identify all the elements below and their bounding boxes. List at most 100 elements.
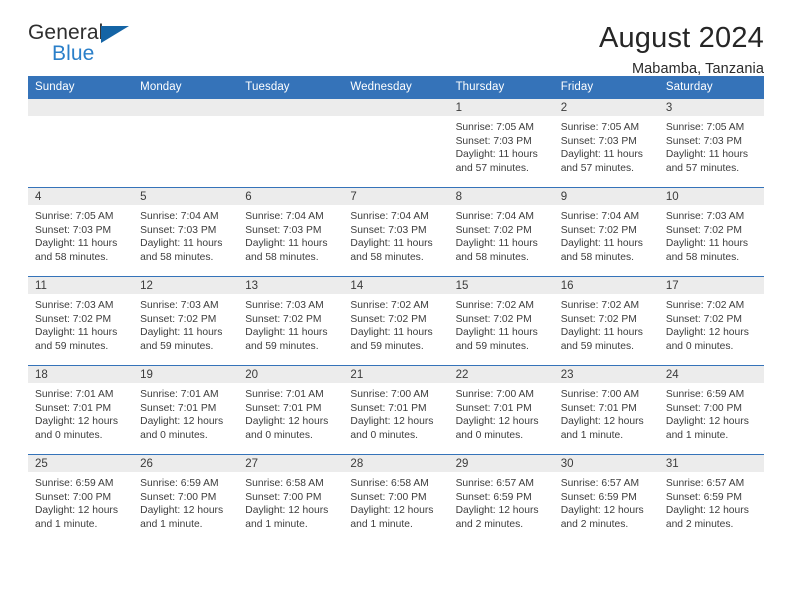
calendar-day-cell[interactable]: 14 Sunrise: 7:02 AM Sunset: 7:02 PM Dayligh…: [343, 276, 449, 366]
sunset-text: Sunset: 7:00 PM: [350, 491, 427, 503]
calendar-day-cell[interactable]: 29 Sunrise: 6:57 AM Sunset: 6:59 PM Dayligh…: [448, 454, 554, 543]
calendar-day-cell[interactable]: 18 Sunrise: 7:01 AM Sunset: 7:01 PM Dayligh…: [28, 365, 134, 455]
sunrise-text: Sunrise: 7:03 AM: [665, 211, 745, 222]
calendar-day-cell[interactable]: 5 Sunrise: 7:04 AM Sunset: 7:03 PM Daylight…: [133, 187, 239, 277]
daylight-text-line2: and 59 minutes.: [245, 340, 319, 352]
sunrise-text: Sunrise: 7:05 AM: [35, 211, 114, 222]
sunrise-text: Sunrise: 6:59 AM: [140, 478, 219, 489]
day-sun-info: Sunrise: 7:01 AM Sunset: 7:01 PM Daylight:…: [28, 383, 133, 442]
weekday-header-monday: Monday: [133, 76, 239, 99]
calendar-day-cell[interactable]: 25 Sunrise: 6:59 AM Sunset: 7:00 PM Dayligh…: [28, 454, 134, 543]
daylight-text-line1: Daylight: 12 hours: [140, 505, 224, 517]
calendar-day-cell[interactable]: 9 Sunrise: 7:04 AM Sunset: 7:02 PM Daylight…: [553, 187, 659, 277]
calendar-week-row: 4 Sunrise: 7:05 AM Sunset: 7:03 PM Daylight…: [28, 187, 764, 277]
daylight-text-line1: Daylight: 12 hours: [35, 416, 118, 428]
calendar-day-cell[interactable]: 30 Sunrise: 6:57 AM Sunset: 6:59 PM Dayligh…: [553, 454, 659, 543]
daylight-text-line1: Daylight: 11 hours: [245, 238, 328, 250]
day-sun-info: Sunrise: 7:02 AM Sunset: 7:02 PM Daylight:…: [343, 294, 448, 353]
day-number: 6: [238, 188, 344, 205]
day-number: 28: [343, 455, 449, 472]
daylight-text-line1: Daylight: 12 hours: [560, 416, 644, 428]
sunset-text: Sunset: 7:02 PM: [665, 313, 742, 325]
calendar-day-cell[interactable]: 16 Sunrise: 7:02 AM Sunset: 7:02 PM Dayligh…: [553, 276, 659, 366]
calendar-day-cell[interactable]: 22 Sunrise: 7:00 AM Sunset: 7:01 PM Dayligh…: [448, 365, 554, 455]
calendar-day-cell[interactable]: 21 Sunrise: 7:00 AM Sunset: 7:01 PM Dayligh…: [343, 365, 449, 455]
calendar-day-cell[interactable]: 28 Sunrise: 6:58 AM Sunset: 7:00 PM Dayligh…: [343, 454, 449, 543]
sunrise-text: Sunrise: 6:57 AM: [560, 478, 640, 489]
calendar-day-cell[interactable]: 2 Sunrise: 7:05 AM Sunset: 7:03 PM Daylight…: [553, 99, 659, 188]
page-header: General Blue August 2024 Mabamba, Tanzan…: [28, 0, 764, 77]
daylight-text-line1: Daylight: 12 hours: [665, 505, 749, 517]
calendar-day-cell[interactable]: 4 Sunrise: 7:05 AM Sunset: 7:03 PM Daylight…: [28, 187, 134, 277]
daylight-text-line2: and 59 minutes.: [350, 340, 424, 352]
calendar-day-cell[interactable]: 11 Sunrise: 7:03 AM Sunset: 7:02 PM Dayligh…: [28, 276, 134, 366]
daylight-text-line1: Daylight: 11 hours: [665, 238, 749, 250]
sunset-text: Sunset: 7:01 PM: [560, 402, 637, 414]
calendar-day-cell[interactable]: 26 Sunrise: 6:59 AM Sunset: 7:00 PM Dayligh…: [133, 454, 239, 543]
calendar-day-cell[interactable]: 27 Sunrise: 6:58 AM Sunset: 7:00 PM Dayligh…: [238, 454, 344, 543]
calendar-day-cell[interactable]: 8 Sunrise: 7:04 AM Sunset: 7:02 PM Daylight…: [448, 187, 554, 277]
sunrise-text: Sunrise: 7:03 AM: [140, 300, 219, 311]
calendar-day-cell[interactable]: 13 Sunrise: 7:03 AM Sunset: 7:02 PM Dayligh…: [238, 276, 344, 366]
calendar-week-row: 18 Sunrise: 7:01 AM Sunset: 7:01 PM Dayligh…: [28, 365, 764, 455]
day-number: 7: [343, 188, 449, 205]
logo-triangle-icon: [101, 26, 129, 43]
daylight-text-line1: Daylight: 11 hours: [35, 327, 118, 339]
calendar-day-cell[interactable]: 10 Sunrise: 7:03 AM Sunset: 7:02 PM Dayligh…: [658, 187, 764, 277]
calendar-day-cell[interactable]: 23 Sunrise: 7:00 AM Sunset: 7:01 PM Dayligh…: [553, 365, 659, 455]
day-sun-info: Sunrise: 7:01 AM Sunset: 7:01 PM Daylight:…: [133, 383, 238, 442]
logo-text-general: General: [28, 21, 104, 44]
daylight-text-line1: Daylight: 12 hours: [35, 505, 118, 517]
general-blue-logo[interactable]: General Blue: [28, 22, 148, 70]
calendar-day-cell[interactable]: 17 Sunrise: 7:02 AM Sunset: 7:02 PM Dayligh…: [658, 276, 764, 366]
calendar-day-cell[interactable]: 12 Sunrise: 7:03 AM Sunset: 7:02 PM Dayligh…: [133, 276, 239, 366]
daylight-text-line1: Daylight: 12 hours: [455, 416, 539, 428]
calendar-day-cell[interactable]: 24 Sunrise: 6:59 AM Sunset: 7:00 PM Dayligh…: [658, 365, 764, 455]
day-number: 9: [553, 188, 659, 205]
sunset-text: Sunset: 7:02 PM: [560, 313, 637, 325]
day-cell-content: [133, 99, 239, 187]
day-cell-content: 20 Sunrise: 7:01 AM Sunset: 7:01 PM Dayligh…: [238, 366, 344, 454]
day-cell-content: 19 Sunrise: 7:01 AM Sunset: 7:01 PM Dayligh…: [133, 366, 239, 454]
calendar-day-cell[interactable]: 15 Sunrise: 7:02 AM Sunset: 7:02 PM Dayligh…: [448, 276, 554, 366]
day-sun-info: Sunrise: 7:03 AM Sunset: 7:02 PM Daylight:…: [659, 205, 764, 264]
day-cell-content: 13 Sunrise: 7:03 AM Sunset: 7:02 PM Dayligh…: [238, 277, 344, 365]
day-cell-content: 16 Sunrise: 7:02 AM Sunset: 7:02 PM Dayligh…: [553, 277, 659, 365]
sunset-text: Sunset: 7:03 PM: [140, 224, 217, 236]
day-number: 17: [658, 277, 764, 294]
day-number: 5: [133, 188, 239, 205]
day-cell-content: 27 Sunrise: 6:58 AM Sunset: 7:00 PM Dayligh…: [238, 455, 344, 543]
day-number: 3: [658, 99, 764, 116]
sunrise-text: Sunrise: 7:04 AM: [350, 211, 429, 222]
calendar-day-cell[interactable]: 6 Sunrise: 7:04 AM Sunset: 7:03 PM Daylight…: [238, 187, 344, 277]
daylight-text-line2: and 59 minutes.: [35, 340, 109, 352]
calendar-day-cell[interactable]: 20 Sunrise: 7:01 AM Sunset: 7:01 PM Dayligh…: [238, 365, 344, 455]
weekday-header-friday: Friday: [553, 76, 659, 99]
day-cell-content: 8 Sunrise: 7:04 AM Sunset: 7:02 PM Daylight…: [448, 188, 554, 276]
sunrise-text: Sunrise: 7:05 AM: [665, 122, 745, 133]
calendar-page: General Blue August 2024 Mabamba, Tanzan…: [0, 0, 792, 612]
weekday-header-thursday: Thursday: [448, 76, 554, 99]
day-sun-info: Sunrise: 6:57 AM Sunset: 6:59 PM Daylight:…: [554, 472, 659, 531]
daylight-text-line1: Daylight: 12 hours: [665, 327, 749, 339]
calendar-day-cell[interactable]: 1 Sunrise: 7:05 AM Sunset: 7:03 PM Daylight…: [448, 99, 554, 188]
day-cell-content: 25 Sunrise: 6:59 AM Sunset: 7:00 PM Dayligh…: [28, 455, 134, 543]
calendar-day-cell[interactable]: 31 Sunrise: 6:57 AM Sunset: 6:59 PM Dayligh…: [658, 454, 764, 543]
sunset-text: Sunset: 7:02 PM: [140, 313, 217, 325]
day-number: 23: [553, 366, 659, 383]
day-number: 25: [28, 455, 134, 472]
day-cell-content: [28, 99, 134, 187]
sunset-text: Sunset: 7:03 PM: [245, 224, 322, 236]
calendar-day-cell[interactable]: 19 Sunrise: 7:01 AM Sunset: 7:01 PM Dayligh…: [133, 365, 239, 455]
sunset-text: Sunset: 6:59 PM: [665, 491, 742, 503]
daylight-text-line2: and 0 minutes.: [665, 340, 734, 352]
calendar-day-cell[interactable]: 7 Sunrise: 7:04 AM Sunset: 7:03 PM Daylight…: [343, 187, 449, 277]
weekday-header-tuesday: Tuesday: [238, 76, 344, 99]
daylight-text-line2: and 2 minutes.: [455, 518, 524, 530]
calendar-day-cell[interactable]: 3 Sunrise: 7:05 AM Sunset: 7:03 PM Daylight…: [658, 99, 764, 188]
day-sun-info: Sunrise: 7:03 AM Sunset: 7:02 PM Daylight:…: [238, 294, 343, 353]
daylight-text-line2: and 59 minutes.: [455, 340, 529, 352]
day-number: 1: [448, 99, 554, 116]
day-number: [238, 99, 344, 116]
daylight-text-line1: Daylight: 12 hours: [665, 416, 749, 428]
